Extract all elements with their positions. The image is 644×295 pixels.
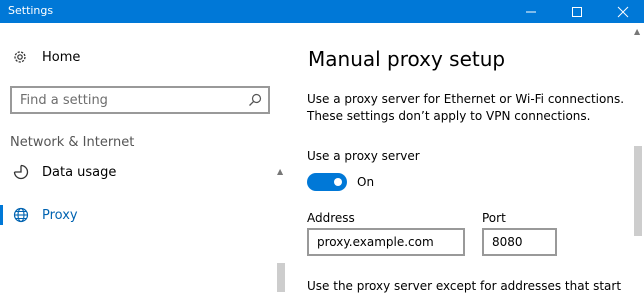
sidebar-item-proxy[interactable]: Proxy bbox=[0, 199, 270, 233]
page-title: Manual proxy setup bbox=[308, 47, 506, 71]
use-proxy-toggle[interactable] bbox=[307, 173, 347, 191]
sidebar-item-label: Data usage bbox=[42, 165, 117, 180]
sidebar-item-label: Proxy bbox=[42, 208, 78, 223]
minimize-button[interactable] bbox=[508, 0, 554, 23]
sidebar-item-data-usage[interactable]: Data usage bbox=[0, 156, 270, 190]
close-button[interactable] bbox=[600, 0, 644, 23]
search-icon[interactable] bbox=[248, 93, 262, 107]
minimize-icon bbox=[526, 11, 536, 13]
maximize-icon bbox=[572, 7, 582, 17]
selection-indicator bbox=[0, 205, 3, 225]
gear-icon bbox=[14, 51, 26, 63]
title-bar: Settings bbox=[0, 0, 644, 23]
data-usage-icon bbox=[13, 164, 29, 180]
scroll-up-icon[interactable]: ▲ bbox=[277, 167, 283, 176]
address-field[interactable] bbox=[307, 228, 465, 256]
globe-icon bbox=[13, 207, 29, 223]
sidebar-scrollbar[interactable]: ▲ bbox=[275, 165, 287, 292]
close-icon bbox=[617, 6, 629, 18]
scrollbar-thumb[interactable] bbox=[277, 263, 285, 292]
window-title: Settings bbox=[8, 4, 54, 17]
search-input[interactable] bbox=[12, 88, 250, 112]
home-label: Home bbox=[42, 50, 81, 65]
sidebar: Home Network & Internet Data usage Proxy… bbox=[0, 23, 288, 292]
search-box[interactable] bbox=[10, 86, 270, 114]
address-label: Address bbox=[307, 211, 355, 225]
scrollbar-thumb[interactable] bbox=[634, 146, 642, 236]
toggle-state-label: On bbox=[357, 175, 375, 189]
proxy-description: Use a proxy server for Ethernet or Wi-Fi… bbox=[307, 92, 625, 123]
main-scrollbar[interactable]: ▲ bbox=[632, 23, 644, 292]
section-header: Network & Internet bbox=[10, 135, 135, 150]
sidebar-item-home[interactable]: Home bbox=[0, 44, 270, 72]
exceptions-description: Use the proxy server except for addresse… bbox=[307, 279, 622, 293]
address-input[interactable] bbox=[309, 230, 463, 254]
use-proxy-label: Use a proxy server bbox=[307, 149, 420, 163]
port-label: Port bbox=[482, 211, 506, 225]
scroll-up-icon[interactable]: ▲ bbox=[634, 27, 640, 36]
port-field[interactable] bbox=[482, 228, 557, 256]
port-input[interactable] bbox=[484, 230, 555, 254]
toggle-knob bbox=[334, 178, 342, 186]
main-content: Manual proxy setup Use a proxy server fo… bbox=[288, 23, 644, 293]
maximize-button[interactable] bbox=[554, 0, 600, 23]
